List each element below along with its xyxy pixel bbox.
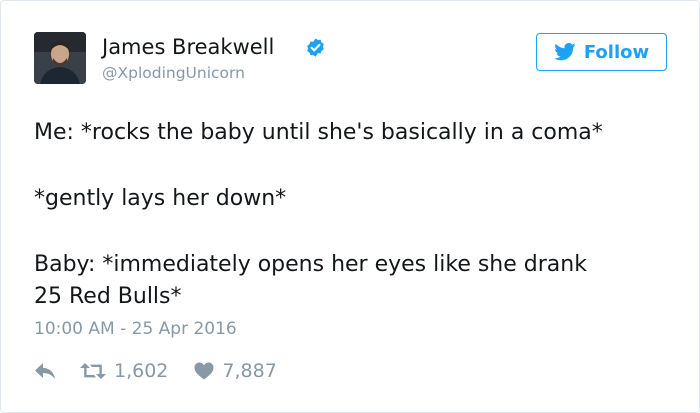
tweet-paragraph: Baby: *immediately opens her eyes like s… [34,252,587,277]
author-handle[interactable]: @XplodingUnicorn [102,63,245,83]
retweet-count: 1,602 [114,360,169,382]
tweet-paragraph: 25 Red Bulls* [34,284,182,309]
retweet-button[interactable]: 1,602 [80,360,168,382]
like-button[interactable]: 7,887 [194,360,277,382]
retweet-icon [80,363,106,379]
heart-icon [194,362,214,380]
tweet-text: Me: *rocks the baby until she's basicall… [34,117,674,313]
follow-button[interactable]: Follow [536,33,667,71]
tweet-timestamp[interactable]: 10:00 AM - 25 Apr 2016 [34,317,237,341]
like-count: 7,887 [222,360,277,382]
tweet-paragraph: Me: *rocks the baby until she's basicall… [34,120,603,145]
tweet-card: James Breakwell @XplodingUnicorn Follow … [0,0,700,413]
author-name[interactable]: James Breakwell [102,34,274,60]
verified-badge-icon [307,38,324,57]
tweet-paragraph: *gently lays her down* [34,186,287,211]
avatar[interactable] [34,32,86,84]
follow-button-label: Follow [583,41,650,63]
reply-arrow-icon [35,363,55,379]
reply-button[interactable] [34,362,56,380]
twitter-bird-icon [554,43,576,61]
tweet-actions: 1,602 7,887 [34,358,277,384]
